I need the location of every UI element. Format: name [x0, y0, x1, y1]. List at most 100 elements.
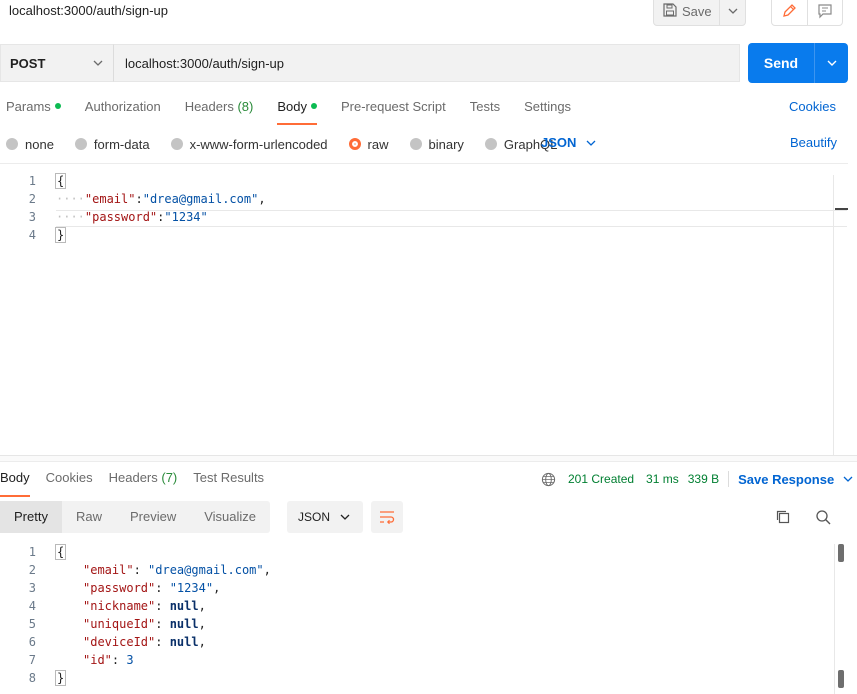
- view-pretty[interactable]: Pretty: [0, 501, 62, 533]
- tab-tests[interactable]: Tests: [470, 99, 500, 119]
- status-dot: [54, 103, 61, 109]
- save-button[interactable]: Save: [653, 0, 746, 26]
- response-view-switcher: Pretty Raw Preview Visualize: [0, 501, 271, 533]
- json-value: null: [169, 635, 199, 649]
- status-dot: [310, 103, 317, 109]
- view-preview[interactable]: Preview: [116, 501, 190, 533]
- body-type-label: x-www-form-urlencoded: [189, 136, 328, 152]
- radio-button[interactable]: [484, 138, 497, 150]
- send-options-button[interactable]: [815, 60, 848, 66]
- body-type-label: form-data: [93, 136, 150, 152]
- request-title[interactable]: localhost:3000/auth/sign-up: [9, 3, 168, 18]
- tab-label: Body: [277, 99, 307, 114]
- code-line: ····"email":"drea@gmail.com",: [56, 192, 266, 206]
- json-value: null: [169, 617, 199, 631]
- save-response-label: Save Response: [738, 471, 835, 487]
- request-editor-scrollbar[interactable]: [833, 175, 848, 455]
- body-type-x-www-form-urlencoded[interactable]: x-www-form-urlencoded: [170, 136, 328, 152]
- response-tab-cookies[interactable]: Cookies: [46, 470, 93, 490]
- line-number: 7: [28, 653, 36, 667]
- radio-button[interactable]: [6, 138, 18, 150]
- tab-label: Headers: [184, 99, 234, 114]
- comment-icon: [818, 4, 832, 19]
- body-type-form-data[interactable]: form-data: [74, 136, 150, 152]
- json-field: "id": 3: [83, 653, 134, 667]
- line-number: 5: [28, 617, 36, 631]
- edit-button[interactable]: [772, 0, 808, 25]
- chevron-down-icon: [827, 60, 836, 66]
- tab-params[interactable]: Params: [6, 99, 61, 119]
- divider: [728, 471, 730, 487]
- tab-label: Test Results: [193, 470, 265, 485]
- json-value: "drea@gmail.com": [148, 563, 264, 577]
- side-toolbar: [771, 0, 843, 26]
- code-line: {: [54, 173, 67, 189]
- body-type-binary[interactable]: binary: [409, 137, 464, 152]
- view-visualize[interactable]: Visualize: [190, 501, 270, 533]
- tab-settings[interactable]: Settings: [524, 99, 571, 119]
- line-number: 1: [28, 545, 36, 559]
- response-meta: 201 Created 31 ms 339 B Save Response: [541, 470, 853, 488]
- line-number: 6: [28, 635, 36, 649]
- response-tab-test-results[interactable]: Test Results: [193, 470, 264, 490]
- response-tab-headers[interactable]: Headers (7): [109, 470, 178, 490]
- response-scrollbar-thumb[interactable]: [838, 544, 844, 562]
- radio-button[interactable]: [74, 138, 87, 150]
- json-key: "id": [83, 653, 112, 667]
- response-time[interactable]: 31 ms: [646, 472, 679, 486]
- radio-button[interactable]: [409, 138, 422, 150]
- tab-body[interactable]: Body: [277, 99, 317, 125]
- status-badge[interactable]: 201 Created: [568, 472, 634, 486]
- code-line: }: [54, 670, 67, 686]
- method-label: POST: [10, 55, 46, 71]
- tab-label: Tests: [469, 99, 501, 114]
- chevron-down-icon: [93, 60, 103, 66]
- language-label: JSON: [541, 135, 577, 150]
- save-response-button[interactable]: Save Response: [738, 472, 853, 487]
- tab-label: Body: [0, 470, 30, 485]
- json-field: "email": "drea@gmail.com",: [83, 563, 271, 577]
- method-select[interactable]: POST: [0, 44, 113, 82]
- search-button[interactable]: [815, 509, 831, 528]
- tab-count: (8): [233, 99, 254, 114]
- cookies-link[interactable]: Cookies: [789, 99, 836, 114]
- tab-label: Settings: [524, 99, 572, 114]
- response-format-select[interactable]: JSON: [287, 501, 363, 533]
- beautify-link[interactable]: Beautify: [790, 135, 837, 150]
- json-key: "nickname": [83, 599, 156, 613]
- comments-button[interactable]: [808, 0, 843, 25]
- json-field: "nickname": null,: [83, 599, 206, 613]
- response-size[interactable]: 339 B: [688, 472, 719, 486]
- wrap-lines-button[interactable]: [371, 501, 403, 533]
- tab-label: Params: [6, 99, 51, 114]
- view-raw[interactable]: Raw: [62, 501, 116, 533]
- tab-authorization[interactable]: Authorization: [85, 99, 161, 119]
- request-body-editor[interactable]: [0, 163, 848, 455]
- code-line: }: [54, 227, 67, 243]
- radio-button[interactable]: [170, 138, 183, 150]
- chevron-down-icon: [586, 140, 596, 146]
- chevron-down-icon: [340, 514, 350, 520]
- send-button[interactable]: Send: [748, 43, 848, 83]
- json-key: "password": [83, 581, 156, 595]
- globe-icon[interactable]: [541, 472, 556, 487]
- response-tab-body[interactable]: Body: [0, 470, 30, 497]
- line-number: 3: [28, 581, 36, 595]
- chevron-down-icon: [728, 8, 737, 14]
- tab-pre-request-script[interactable]: Pre-request Script: [341, 99, 446, 119]
- pane-divider[interactable]: [0, 455, 857, 462]
- tab-headers[interactable]: Headers (8): [185, 99, 254, 119]
- language-select[interactable]: JSON: [541, 135, 596, 150]
- line-number: 3: [28, 210, 36, 224]
- body-type-raw[interactable]: raw: [348, 137, 389, 152]
- line-number: 1: [28, 174, 36, 188]
- url-input[interactable]: localhost:3000/auth/sign-up: [113, 44, 740, 82]
- response-scrollbar-marker: [838, 670, 844, 688]
- tab-label: Headers: [108, 470, 158, 485]
- body-type-options: none form-data x-www-form-urlencoded raw bin…: [6, 135, 578, 153]
- copy-button[interactable]: [775, 509, 791, 528]
- save-options-button[interactable]: [720, 8, 745, 14]
- body-type-none[interactable]: none: [6, 137, 54, 152]
- chevron-down-icon: [843, 476, 853, 482]
- radio-button[interactable]: [348, 138, 361, 150]
